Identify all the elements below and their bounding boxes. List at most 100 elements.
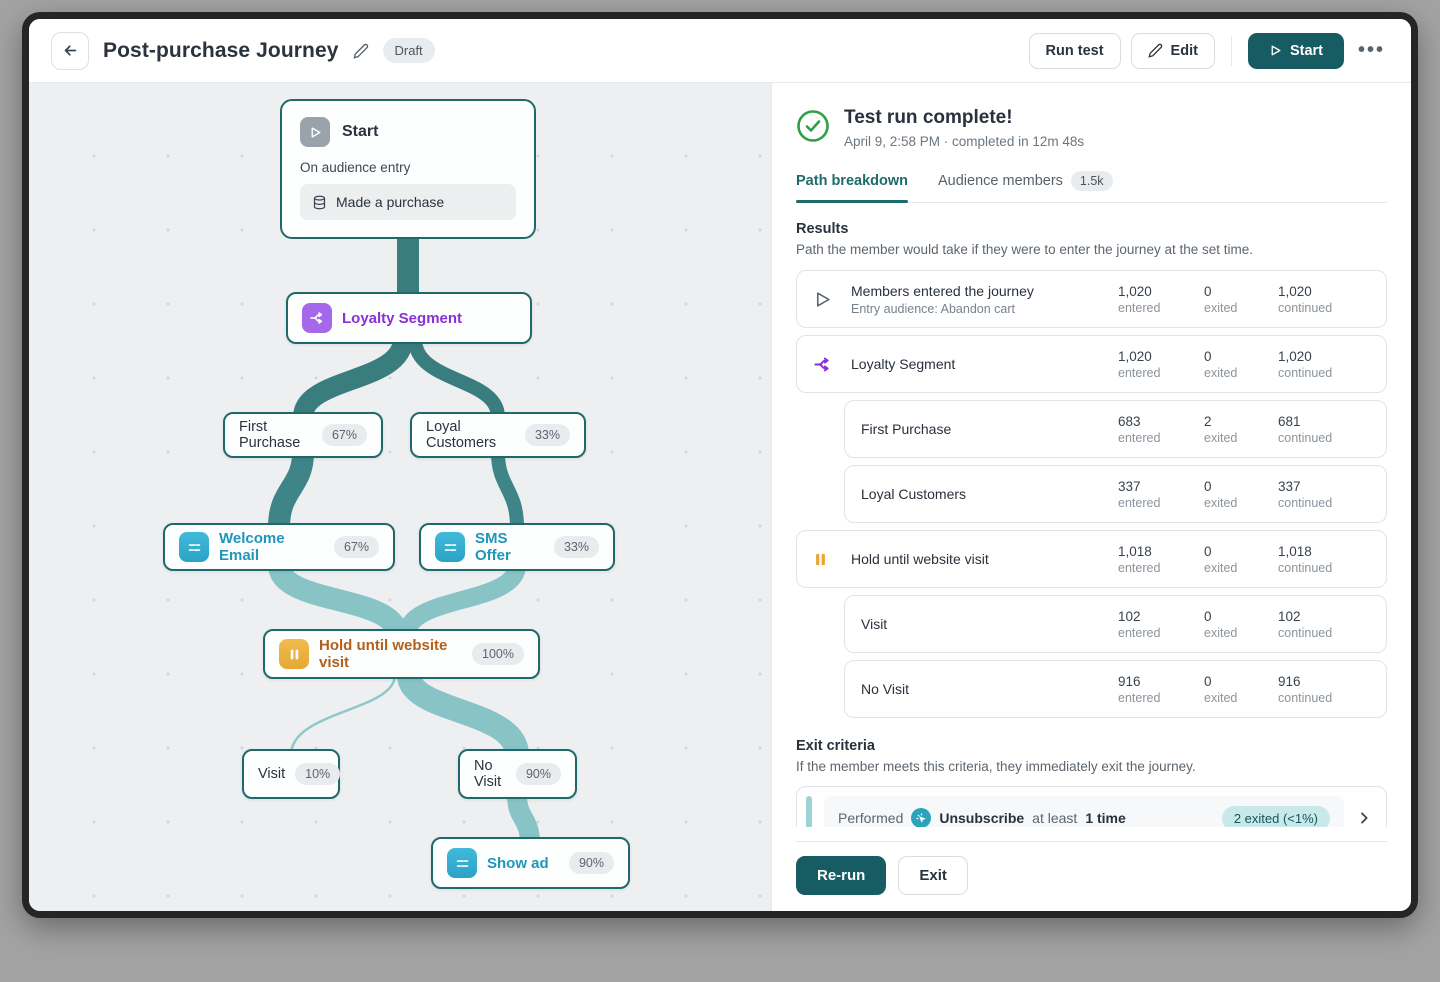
- node-label: Hold until website visit: [319, 637, 462, 671]
- continued-value: 1,020: [1278, 349, 1370, 364]
- exit-rule: Performed Unsubscribe at least 1 time 2 …: [824, 796, 1344, 827]
- start-node-title: Start: [342, 123, 378, 141]
- segment-split-icon: [813, 355, 839, 374]
- node-no-visit[interactable]: No Visit 90%: [458, 749, 577, 799]
- exited-value: 0: [1204, 674, 1278, 689]
- percent-badge: 10%: [295, 763, 340, 785]
- result-row-visit[interactable]: Visit 102entered 0exited 102continued: [844, 595, 1387, 653]
- exit-criteria-card[interactable]: Performed Unsubscribe at least 1 time 2 …: [796, 786, 1387, 827]
- percent-badge: 90%: [516, 763, 561, 785]
- continued-label: continued: [1278, 626, 1370, 640]
- node-loyal-customers[interactable]: Loyal Customers 33%: [410, 412, 586, 458]
- row-title: Hold until website visit: [851, 551, 989, 567]
- row-title: Loyalty Segment: [851, 356, 955, 372]
- header-divider: [1231, 36, 1232, 66]
- event-click-icon: [911, 808, 931, 827]
- percent-badge: 67%: [322, 424, 367, 446]
- node-first-purchase[interactable]: First Purchase 67%: [223, 412, 383, 458]
- continued-value: 337: [1278, 479, 1370, 494]
- exited-label: exited: [1204, 301, 1278, 315]
- row-title: Loyal Customers: [861, 486, 966, 502]
- result-row-first-purchase[interactable]: First Purchase 683entered 2exited 681con…: [844, 400, 1387, 458]
- edit-label: Edit: [1171, 43, 1198, 59]
- exited-label: exited: [1204, 366, 1278, 380]
- exited-value: 2: [1204, 414, 1278, 429]
- entered-value: 337: [1118, 479, 1204, 494]
- continued-value: 1,020: [1278, 284, 1370, 299]
- node-welcome-email[interactable]: Welcome Email 67%: [163, 523, 395, 571]
- node-show-ad[interactable]: Show ad 90%: [431, 837, 630, 889]
- percent-badge: 67%: [334, 536, 379, 558]
- app-window: Post-purchase Journey Draft Run test Edi…: [22, 12, 1418, 918]
- node-start[interactable]: Start On audience entry Made a purchase: [280, 99, 536, 239]
- continued-label: continued: [1278, 301, 1370, 315]
- result-row-hold[interactable]: Hold until website visit 1,018entered 0e…: [796, 530, 1387, 588]
- exited-value: 0: [1204, 349, 1278, 364]
- entered-label: entered: [1118, 626, 1204, 640]
- exited-value: 0: [1204, 479, 1278, 494]
- success-check-icon: [796, 109, 830, 143]
- entered-label: entered: [1118, 691, 1204, 705]
- more-menu-button[interactable]: •••: [1354, 39, 1389, 62]
- result-row-no-visit[interactable]: No Visit 916entered 0exited 916continued: [844, 660, 1387, 718]
- entered-value: 683: [1118, 414, 1204, 429]
- exit-criteria-description: If the member meets this criteria, they …: [796, 759, 1387, 774]
- result-row-members-entered[interactable]: Members entered the journey Entry audien…: [796, 270, 1387, 328]
- play-outline-icon: [813, 290, 839, 309]
- entered-value: 102: [1118, 609, 1204, 624]
- start-button[interactable]: Start: [1248, 33, 1344, 69]
- result-row-loyalty-segment[interactable]: Loyalty Segment 1,020entered 0exited 1,0…: [796, 335, 1387, 393]
- tab-path-breakdown[interactable]: Path breakdown: [796, 171, 908, 202]
- tab-label: Audience members: [938, 173, 1063, 189]
- node-label: Show ad: [487, 855, 549, 872]
- run-test-label: Run test: [1046, 43, 1104, 59]
- entered-label: entered: [1118, 496, 1204, 510]
- start-condition-label: Made a purchase: [336, 194, 444, 210]
- results-section[interactable]: Results Path the member would take if th…: [796, 221, 1387, 827]
- results-heading: Results: [796, 221, 1387, 237]
- rerun-button[interactable]: Re-run: [796, 856, 886, 895]
- continued-label: continued: [1278, 561, 1370, 575]
- edit-pencil-icon: [1148, 43, 1163, 58]
- rename-icon[interactable]: [353, 43, 369, 59]
- node-label: First Purchase: [239, 419, 312, 451]
- node-label: Visit: [258, 766, 285, 782]
- entered-value: 1,018: [1118, 544, 1204, 559]
- row-title: No Visit: [861, 681, 909, 697]
- rerun-label: Re-run: [817, 867, 865, 884]
- test-run-panel: Test run complete! April 9, 2:58 PM · co…: [771, 83, 1411, 911]
- entered-label: entered: [1118, 301, 1204, 315]
- row-title: Members entered the journey: [851, 283, 1034, 299]
- status-badge: Draft: [383, 38, 435, 63]
- edit-button[interactable]: Edit: [1131, 33, 1215, 69]
- exit-button[interactable]: Exit: [898, 856, 968, 895]
- test-run-title: Test run complete!: [844, 107, 1084, 129]
- back-button[interactable]: [51, 32, 89, 70]
- continued-value: 916: [1278, 674, 1370, 689]
- chevron-right-icon[interactable]: [1356, 810, 1372, 826]
- node-hold-until-website-visit[interactable]: Hold until website visit 100%: [263, 629, 540, 679]
- result-row-loyal-customers[interactable]: Loyal Customers 337entered 0exited 337co…: [844, 465, 1387, 523]
- run-test-button[interactable]: Run test: [1029, 33, 1121, 69]
- node-loyalty-segment[interactable]: Loyalty Segment: [286, 292, 532, 344]
- continued-label: continued: [1278, 366, 1370, 380]
- node-label: SMS Offer: [475, 530, 544, 564]
- start-node-condition[interactable]: Made a purchase: [300, 184, 516, 220]
- event-name: Unsubscribe: [939, 810, 1024, 826]
- continued-label: continued: [1278, 691, 1370, 705]
- exit-label: Exit: [919, 867, 947, 884]
- continued-label: continued: [1278, 431, 1370, 445]
- continued-label: continued: [1278, 496, 1370, 510]
- journey-canvas[interactable]: Start On audience entry Made a purchase …: [29, 83, 771, 911]
- exited-value: 0: [1204, 609, 1278, 624]
- entered-label: entered: [1118, 431, 1204, 445]
- exit-criteria-section: Exit criteria If the member meets this c…: [796, 738, 1387, 827]
- node-label: No Visit: [474, 758, 506, 790]
- node-visit[interactable]: Visit 10%: [242, 749, 340, 799]
- node-sms-offer[interactable]: SMS Offer 33%: [419, 523, 615, 571]
- tab-audience-members[interactable]: Audience members 1.5k: [938, 171, 1113, 202]
- panel-tabs: Path breakdown Audience members 1.5k: [796, 171, 1387, 203]
- node-label: Welcome Email: [219, 530, 324, 564]
- action-icon: [447, 848, 477, 878]
- percent-badge: 100%: [472, 643, 524, 665]
